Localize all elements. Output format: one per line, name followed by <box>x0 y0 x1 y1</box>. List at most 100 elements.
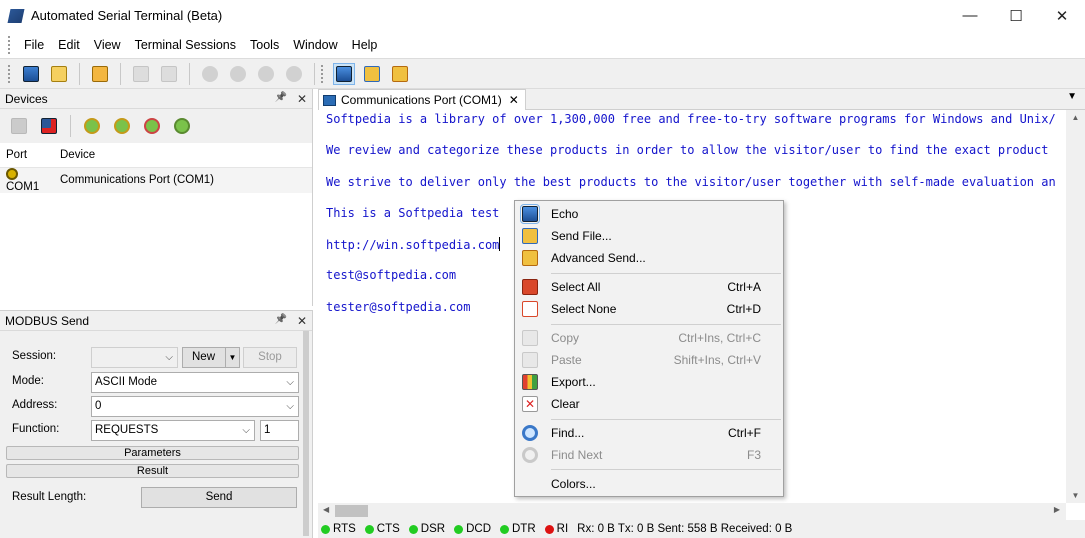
minimize-button[interactable]: — <box>947 0 993 31</box>
table-row[interactable]: COM1 Communications Port (COM1) <box>0 167 312 193</box>
menu-view[interactable]: View <box>87 34 128 56</box>
menu-item-paste[interactable]: Paste Shift+Ins, Ctrl+V <box>517 349 781 371</box>
add-device-button[interactable] <box>8 115 30 137</box>
monitor-settings-button[interactable] <box>141 115 163 137</box>
gear-icon <box>258 65 274 82</box>
terminal-line: We review and categorize these products … <box>326 143 1049 157</box>
menu-item-advanced-send[interactable]: Advanced Send... <box>517 247 781 269</box>
led-dot-icon <box>544 524 554 534</box>
menu-item-find-next[interactable]: Find Next F3 <box>517 444 781 466</box>
export-icon <box>522 374 538 390</box>
menu-terminal-sessions[interactable]: Terminal Sessions <box>128 34 243 56</box>
menu-file[interactable]: File <box>17 34 51 56</box>
tab-communications-port[interactable]: Communications Port (COM1) ✕ <box>318 89 526 110</box>
document-tab-bar: Communications Port (COM1) ✕ ▼ <box>318 89 1085 110</box>
advanced-send-icon <box>392 65 408 82</box>
context-menu: Echo Send File... Advanced Send... Selec… <box>514 200 784 497</box>
menu-item-find[interactable]: Find... Ctrl+F <box>517 422 781 444</box>
dropdown-arrow-icon[interactable]: ▼ <box>225 348 239 367</box>
led-label: RI <box>556 523 569 535</box>
disconnect-button[interactable] <box>158 63 180 85</box>
refresh-button[interactable] <box>283 63 305 85</box>
close-tab-icon[interactable]: ✕ <box>509 93 519 107</box>
menu-item-select-none[interactable]: Select None Ctrl+D <box>517 298 781 320</box>
scrollbar-thumb[interactable] <box>335 505 368 517</box>
scroll-up-icon[interactable]: ▲ <box>1066 113 1085 122</box>
menu-item-shortcut: Ctrl+A <box>727 280 761 294</box>
terminal-line: We strive to deliver only the best produ… <box>326 175 1056 189</box>
send-button[interactable]: Send <box>141 487 297 508</box>
user-button[interactable] <box>171 115 193 137</box>
address-select[interactable]: 0 ⌵ <box>91 396 299 417</box>
menu-item-send-file[interactable]: Send File... <box>517 225 781 247</box>
session-select[interactable]: ⌵ <box>91 347 178 368</box>
led-cts: CTS <box>364 523 400 535</box>
terminal-line: This is a Softpedia test <box>326 206 500 220</box>
settings-button[interactable] <box>255 63 277 85</box>
panel-scrollbar[interactable] <box>303 331 309 536</box>
stop-button[interactable]: Stop <box>243 347 297 368</box>
menu-item-echo[interactable]: Echo <box>517 203 781 225</box>
close-icon[interactable]: ✕ <box>297 314 307 328</box>
play-button[interactable] <box>199 63 221 85</box>
modbus-panel-title: MODBUS Send <box>5 313 90 328</box>
menu-separator <box>551 469 781 470</box>
parameters-section-header[interactable]: Parameters <box>6 446 299 460</box>
vertical-scrollbar[interactable]: ▲ ▼ <box>1066 110 1085 503</box>
menu-item-shortcut: Ctrl+F <box>728 426 761 440</box>
toolbar-separator <box>314 62 315 85</box>
new-session-icon <box>23 65 39 82</box>
menu-help[interactable]: Help <box>345 34 385 56</box>
port-value: COM1 <box>6 180 40 193</box>
menu-item-shortcut: F3 <box>746 448 761 462</box>
menu-item-clear[interactable]: ✕ Clear <box>517 393 781 415</box>
pin-icon[interactable]: 📌 <box>274 314 286 328</box>
user-icon <box>174 118 190 134</box>
modbus-send-panel: MODBUS Send 📌 ✕ Session: ⌵ New ▼ Stop Mo… <box>0 310 313 538</box>
title-bar: Automated Serial Terminal (Beta) — ☐ ✕ <box>0 0 1085 31</box>
close-button[interactable]: ✕ <box>1039 0 1085 31</box>
app-icon <box>7 8 25 23</box>
remove-device-button[interactable] <box>38 115 60 137</box>
open-button[interactable] <box>89 63 111 85</box>
new-button[interactable]: New ▼ <box>182 347 240 368</box>
function-count-input[interactable]: 1 <box>260 420 299 441</box>
close-icon[interactable]: ✕ <box>297 92 307 106</box>
monitor-settings-icon <box>144 118 160 134</box>
search-device-button[interactable] <box>81 115 103 137</box>
horizontal-scrollbar[interactable]: ◀ ▶ <box>318 503 1066 520</box>
mode-select[interactable]: ASCII Mode ⌵ <box>91 372 299 393</box>
menu-item-colors[interactable]: Colors... <box>517 473 781 495</box>
column-header-port[interactable]: Port <box>0 143 54 168</box>
led-dot-icon <box>500 524 509 534</box>
menu-window[interactable]: Window <box>286 34 344 56</box>
advanced-send-button[interactable] <box>389 63 411 85</box>
pin-icon[interactable]: 📌 <box>274 92 286 106</box>
send-file-button[interactable] <box>361 63 383 85</box>
echo-button[interactable] <box>333 62 355 85</box>
add-monitor-button[interactable] <box>111 115 133 137</box>
function-select[interactable]: REQUESTS ⌵ <box>91 420 255 441</box>
window-title: Automated Serial Terminal (Beta) <box>31 8 223 23</box>
result-section-header[interactable]: Result <box>6 464 299 478</box>
devices-toolbar <box>0 109 312 143</box>
scroll-right-icon[interactable]: ▶ <box>1054 505 1060 514</box>
menu-tools[interactable]: Tools <box>243 34 286 56</box>
tab-list-dropdown-icon[interactable]: ▼ <box>1067 91 1077 102</box>
menu-item-copy[interactable]: Copy Ctrl+Ins, Ctrl+C <box>517 327 781 349</box>
scroll-down-icon[interactable]: ▼ <box>1066 491 1085 500</box>
forward-button[interactable] <box>227 63 249 85</box>
main-toolbar <box>0 59 1085 89</box>
new-file-button[interactable] <box>48 63 70 85</box>
connect-button[interactable] <box>130 63 152 85</box>
menu-item-export[interactable]: Export... <box>517 371 781 393</box>
menu-item-label: Select None <box>551 302 617 316</box>
maximize-button[interactable]: ☐ <box>993 0 1039 31</box>
toolbar-grip <box>8 64 11 83</box>
menu-edit[interactable]: Edit <box>51 34 87 56</box>
new-session-button[interactable] <box>20 63 42 85</box>
column-header-device[interactable]: Device <box>54 143 312 168</box>
menu-item-label: Copy <box>551 331 580 345</box>
scroll-left-icon[interactable]: ◀ <box>323 505 329 514</box>
menu-item-select-all[interactable]: Select All Ctrl+A <box>517 276 781 298</box>
